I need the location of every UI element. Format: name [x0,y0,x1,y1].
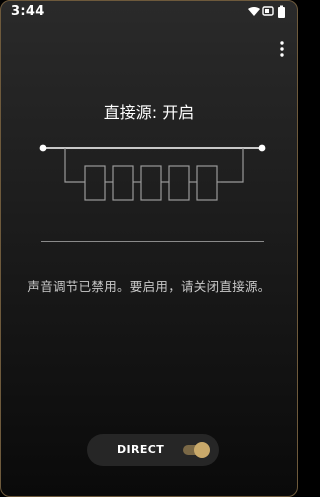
status-bar: 3:44 [1,1,297,23]
direct-toggle-pill[interactable]: DIRECT [87,434,219,466]
status-icons [247,4,289,18]
status-time: 3:44 [11,4,45,19]
direct-source-bypass-diagram [39,141,267,207]
divider [41,241,264,242]
screen: 3:44 直接源: 开启 声音调节已禁用。要启用，请关闭直接源。 DIRECT [0,0,298,497]
direct-label: DIRECT [117,443,165,456]
wifi-icon [248,6,260,16]
status-message: 声音调节已禁用。要启用，请关闭直接源。 [27,279,271,294]
battery-icon [278,5,285,18]
direct-switch[interactable] [183,442,210,458]
direct-switch-thumb[interactable] [194,442,210,458]
battery-saver-icon [262,6,274,16]
more-vert-icon[interactable] [277,39,287,59]
page-title: 直接源: 开启 [103,103,195,122]
